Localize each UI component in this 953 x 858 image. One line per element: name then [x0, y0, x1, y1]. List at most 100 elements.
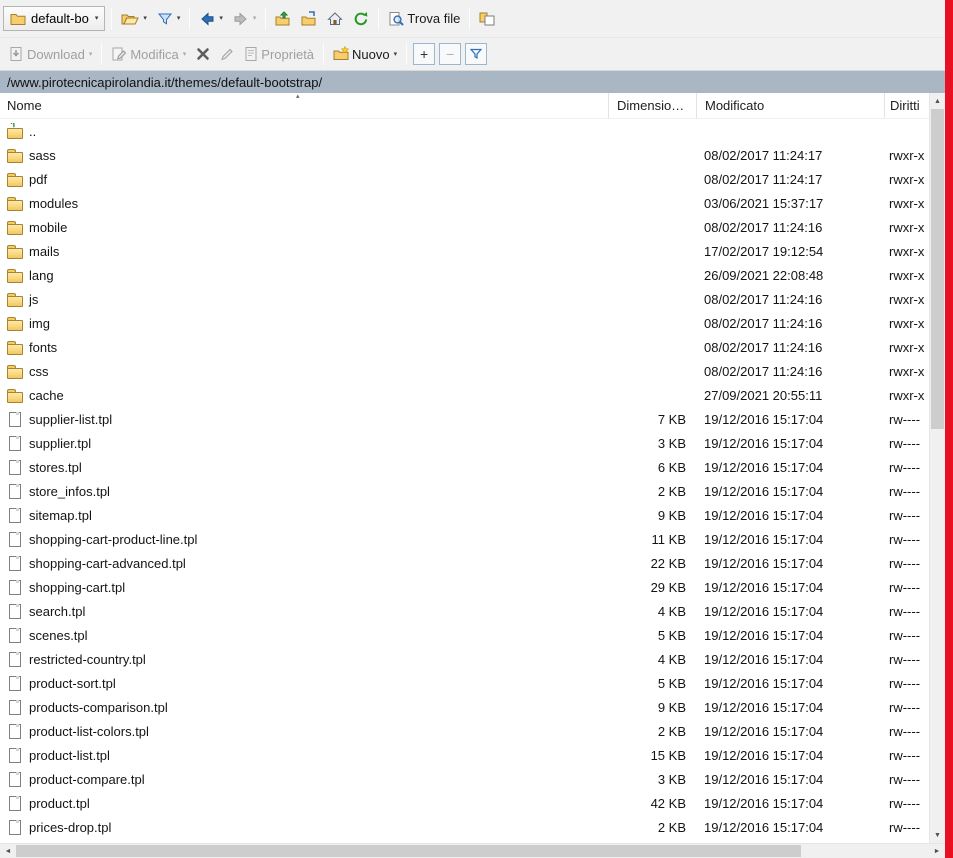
- file-type-icon: [6, 723, 22, 739]
- parent-directory-button[interactable]: [270, 7, 296, 31]
- file-name: mails: [29, 244, 59, 259]
- file-row[interactable]: ..: [0, 119, 929, 143]
- file-name: product-list-colors.tpl: [29, 724, 149, 739]
- main-toolbar: default-bo ▾ ▾ ▾ ▾ ▾: [0, 0, 953, 38]
- search-icon: [388, 11, 404, 27]
- horizontal-scrollbar[interactable]: ◄ ►: [0, 843, 945, 858]
- file-row[interactable]: fonts 08/02/2017 11:24:16 rwxr-x: [0, 335, 929, 359]
- filter-toggle-button[interactable]: [465, 43, 487, 65]
- file-rights: rw----: [884, 460, 929, 475]
- rename-button[interactable]: [215, 43, 239, 65]
- column-header-name[interactable]: Nome ▴: [0, 93, 608, 118]
- column-header-size[interactable]: Dimensio…: [608, 93, 696, 118]
- file-row[interactable]: scenes.tpl 5 KB 19/12/2016 15:17:04 rw--…: [0, 623, 929, 647]
- find-files-label: Trova file: [407, 11, 460, 26]
- horizontal-scroll-track[interactable]: [16, 844, 929, 858]
- home-directory-button[interactable]: [322, 7, 348, 31]
- file-size: 42 KB: [608, 796, 696, 811]
- file-type-icon: [6, 747, 22, 763]
- file-row[interactable]: supplier-list.tpl 7 KB 19/12/2016 15:17:…: [0, 407, 929, 431]
- horizontal-scroll-thumb[interactable]: [16, 845, 801, 857]
- vertical-scroll-thumb[interactable]: [931, 109, 944, 429]
- file-type-icon: [6, 339, 22, 355]
- filter-dropdown-button[interactable]: ▾: [152, 7, 186, 31]
- file-size: 4 KB: [608, 604, 696, 619]
- file-row[interactable]: shopping-cart-advanced.tpl 22 KB 19/12/2…: [0, 551, 929, 575]
- file-type-icon: [6, 819, 22, 835]
- vertical-scrollbar[interactable]: ▲ ▼: [929, 93, 945, 843]
- file-row[interactable]: supplier.tpl 3 KB 19/12/2016 15:17:04 rw…: [0, 431, 929, 455]
- file-type-icon: [6, 411, 22, 427]
- toolbar-separator: [111, 8, 112, 30]
- file-row[interactable]: mobile 08/02/2017 11:24:16 rwxr-x: [0, 215, 929, 239]
- file-type-icon: [6, 243, 22, 259]
- refresh-button[interactable]: [348, 7, 374, 31]
- file-name: restricted-country.tpl: [29, 652, 146, 667]
- session-selector[interactable]: default-bo ▾: [3, 6, 105, 31]
- scroll-up-icon[interactable]: ▲: [930, 93, 945, 109]
- file-modified: 19/12/2016 15:17:04: [696, 628, 884, 643]
- file-row[interactable]: modules 03/06/2021 15:37:17 rwxr-x: [0, 191, 929, 215]
- filter-icon: [157, 11, 173, 27]
- scroll-left-icon[interactable]: ◄: [0, 844, 16, 858]
- address-bar[interactable]: /www.pirotecnicapirolandia.it/themes/def…: [0, 71, 953, 93]
- file-row[interactable]: sitemap.tpl 9 KB 19/12/2016 15:17:04 rw-…: [0, 503, 929, 527]
- new-button[interactable]: Nuovo ▾: [328, 42, 402, 66]
- download-label: Download: [27, 47, 85, 62]
- file-name: shopping-cart-advanced.tpl: [29, 556, 186, 571]
- file-modified: 19/12/2016 15:17:04: [696, 748, 884, 763]
- properties-button[interactable]: Proprietà: [239, 42, 319, 66]
- file-modified: 19/12/2016 15:17:04: [696, 484, 884, 499]
- file-row[interactable]: store_infos.tpl 2 KB 19/12/2016 15:17:04…: [0, 479, 929, 503]
- file-type-icon: [6, 531, 22, 547]
- plus-button[interactable]: +: [413, 43, 435, 65]
- file-row[interactable]: product-compare.tpl 3 KB 19/12/2016 15:1…: [0, 767, 929, 791]
- delete-x-icon: [196, 47, 210, 61]
- file-row[interactable]: shopping-cart.tpl 29 KB 19/12/2016 15:17…: [0, 575, 929, 599]
- file-row[interactable]: product.tpl 42 KB 19/12/2016 15:17:04 rw…: [0, 791, 929, 815]
- root-directory-button[interactable]: [296, 7, 322, 31]
- file-row[interactable]: sass 08/02/2017 11:24:17 rwxr-x: [0, 143, 929, 167]
- file-row[interactable]: cache 27/09/2021 20:55:11 rwxr-x: [0, 383, 929, 407]
- file-size: 5 KB: [608, 676, 696, 691]
- file-row[interactable]: products-comparison.tpl 9 KB 19/12/2016 …: [0, 695, 929, 719]
- file-row[interactable]: product-list-colors.tpl 2 KB 19/12/2016 …: [0, 719, 929, 743]
- file-row[interactable]: search.tpl 4 KB 19/12/2016 15:17:04 rw--…: [0, 599, 929, 623]
- file-row[interactable]: css 08/02/2017 11:24:16 rwxr-x: [0, 359, 929, 383]
- file-row[interactable]: product-sort.tpl 5 KB 19/12/2016 15:17:0…: [0, 671, 929, 695]
- download-button[interactable]: Download ▾: [3, 42, 97, 66]
- vertical-scroll-track[interactable]: [930, 109, 945, 827]
- file-size: 2 KB: [608, 484, 696, 499]
- synchronize-browsing-button[interactable]: [474, 7, 500, 31]
- file-modified: 19/12/2016 15:17:04: [696, 508, 884, 523]
- file-row[interactable]: shopping-cart-product-line.tpl 11 KB 19/…: [0, 527, 929, 551]
- file-type-icon: [6, 195, 22, 211]
- file-row[interactable]: mails 17/02/2017 19:12:54 rwxr-x: [0, 239, 929, 263]
- file-modified: 19/12/2016 15:17:04: [696, 436, 884, 451]
- toolbar-separator: [189, 8, 190, 30]
- file-row[interactable]: js 08/02/2017 11:24:16 rwxr-x: [0, 287, 929, 311]
- scroll-right-icon[interactable]: ►: [929, 844, 945, 858]
- file-row[interactable]: lang 26/09/2021 22:08:48 rwxr-x: [0, 263, 929, 287]
- forward-button[interactable]: ▾: [228, 7, 262, 31]
- file-type-icon: [6, 795, 22, 811]
- edit-button[interactable]: Modifica ▾: [106, 42, 191, 66]
- column-header-modified[interactable]: Modificato: [696, 93, 884, 118]
- file-row[interactable]: prices-drop.tpl 2 KB 19/12/2016 15:17:04…: [0, 815, 929, 839]
- toolbar-separator: [101, 43, 102, 65]
- pencil-icon: [220, 47, 234, 61]
- back-button[interactable]: ▾: [194, 7, 228, 31]
- file-row[interactable]: pdf 08/02/2017 11:24:17 rwxr-x: [0, 167, 929, 191]
- find-files-button[interactable]: Trova file: [383, 7, 465, 31]
- file-rights: rwxr-x: [884, 340, 929, 355]
- minus-button[interactable]: −: [439, 43, 461, 65]
- delete-button[interactable]: [191, 43, 215, 65]
- scroll-down-icon[interactable]: ▼: [930, 827, 945, 843]
- file-rights: rwxr-x: [884, 268, 929, 283]
- open-directory-button[interactable]: ▾: [116, 7, 152, 31]
- file-row[interactable]: stores.tpl 6 KB 19/12/2016 15:17:04 rw--…: [0, 455, 929, 479]
- file-row[interactable]: product-list.tpl 15 KB 19/12/2016 15:17:…: [0, 743, 929, 767]
- file-row[interactable]: img 08/02/2017 11:24:16 rwxr-x: [0, 311, 929, 335]
- file-row[interactable]: restricted-country.tpl 4 KB 19/12/2016 1…: [0, 647, 929, 671]
- column-header-rights[interactable]: Diritti: [884, 93, 929, 118]
